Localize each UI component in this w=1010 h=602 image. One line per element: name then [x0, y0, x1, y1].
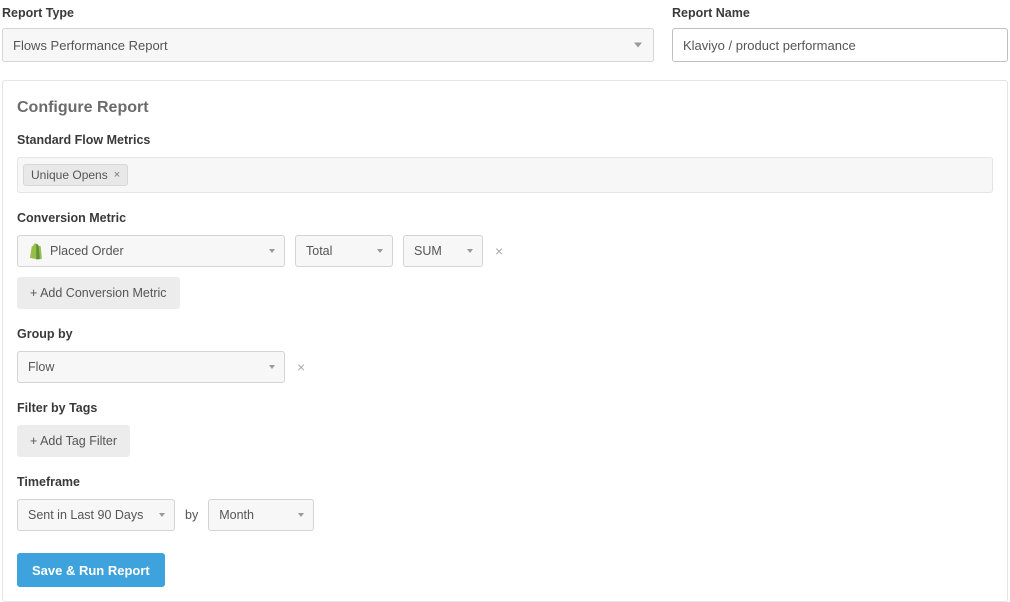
report-type-label: Report Type — [2, 6, 654, 20]
conversion-agg-value: SUM — [414, 244, 442, 258]
group-by-label: Group by — [17, 327, 993, 341]
timeframe-bucket-select[interactable]: Month — [208, 499, 314, 531]
conversion-metric-label: Conversion Metric — [17, 211, 993, 225]
add-tag-filter-button[interactable]: + Add Tag Filter — [17, 425, 130, 457]
timeframe-range-value: Sent in Last 90 Days — [28, 508, 143, 522]
configure-report-heading: Configure Report — [17, 99, 993, 117]
timeframe-bucket-value: Month — [219, 508, 254, 522]
conversion-type-select[interactable]: Total — [295, 235, 393, 267]
conversion-metric-select[interactable]: Placed Order — [17, 235, 285, 267]
chevron-down-icon — [467, 249, 473, 253]
timeframe-range-select[interactable]: Sent in Last 90 Days — [17, 499, 175, 531]
save-run-report-button[interactable]: Save & Run Report — [17, 553, 165, 587]
standard-flow-metrics-label: Standard Flow Metrics — [17, 133, 993, 147]
shopify-icon — [26, 242, 44, 260]
standard-flow-metrics-input[interactable]: Unique Opens × — [17, 157, 993, 193]
conversion-agg-select[interactable]: SUM — [403, 235, 483, 267]
group-by-value: Flow — [28, 360, 54, 374]
chevron-down-icon — [269, 249, 275, 253]
metric-chip-label: Unique Opens — [31, 168, 108, 182]
conversion-metric-value: Placed Order — [50, 244, 124, 258]
timeframe-by-text: by — [185, 508, 198, 522]
report-name-label: Report Name — [672, 6, 1008, 20]
report-name-value: Klaviyo / product performance — [683, 38, 856, 53]
chevron-down-icon — [269, 365, 275, 369]
configure-report-panel: Configure Report Standard Flow Metrics U… — [2, 80, 1008, 602]
remove-group-by-button[interactable]: × — [295, 359, 307, 375]
report-type-value: Flows Performance Report — [13, 38, 168, 53]
report-name-input[interactable]: Klaviyo / product performance — [672, 28, 1008, 62]
chevron-down-icon — [377, 249, 383, 253]
metric-chip-unique-opens[interactable]: Unique Opens × — [23, 164, 128, 186]
close-icon[interactable]: × — [114, 169, 120, 181]
group-by-select[interactable]: Flow — [17, 351, 285, 383]
timeframe-label: Timeframe — [17, 475, 993, 489]
chevron-down-icon — [634, 43, 642, 48]
report-type-select[interactable]: Flows Performance Report — [2, 28, 654, 62]
chevron-down-icon — [298, 513, 304, 517]
add-conversion-metric-button[interactable]: + Add Conversion Metric — [17, 277, 180, 309]
conversion-type-value: Total — [306, 244, 332, 258]
remove-conversion-metric-button[interactable]: × — [493, 243, 505, 259]
chevron-down-icon — [159, 513, 165, 517]
filter-by-tags-label: Filter by Tags — [17, 401, 993, 415]
